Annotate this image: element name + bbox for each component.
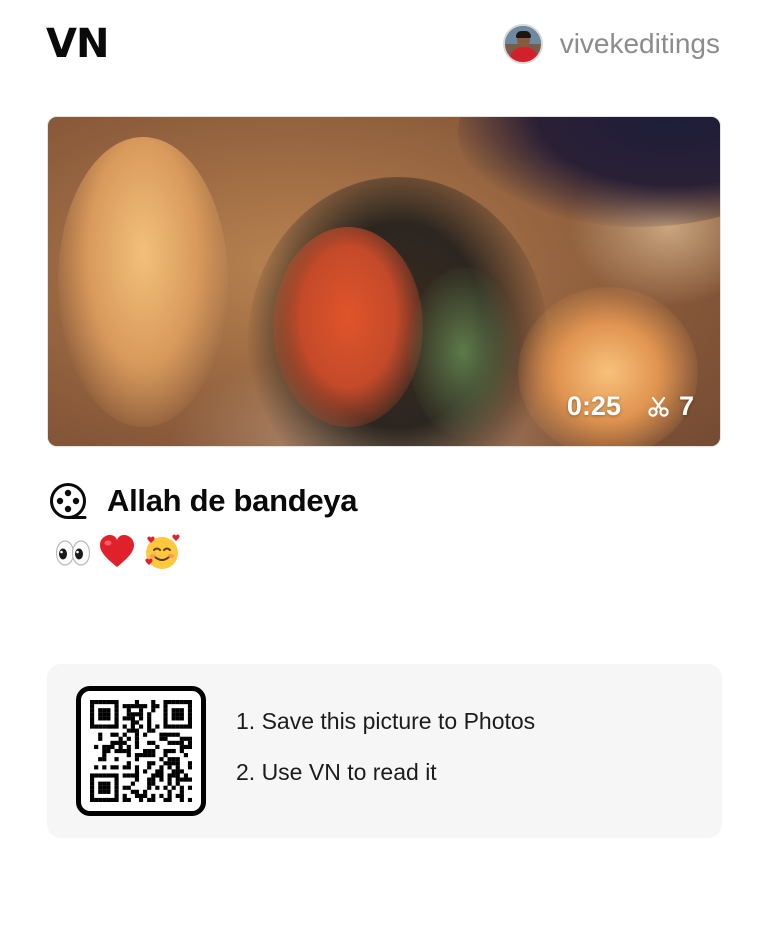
project-title-row: Allah de bandeya xyxy=(49,482,357,520)
qr-step-1: 1. Save this picture to Photos xyxy=(236,708,536,734)
smiling-face-with-hearts-emoji-icon xyxy=(145,534,180,569)
red-heart-emoji-icon xyxy=(100,535,134,567)
avatar[interactable] xyxy=(502,24,543,64)
qr-step-2: 2. Use VN to read it xyxy=(236,759,437,785)
project-description xyxy=(54,533,182,571)
username[interactable]: vivekeditings xyxy=(560,23,720,65)
app-header: VN vivekeditings xyxy=(46,20,722,68)
clip-count: 7 xyxy=(678,391,694,421)
eyes-emoji-icon xyxy=(55,540,91,566)
video-meta: 0:25 7 xyxy=(567,391,694,422)
film-reel-icon xyxy=(50,483,87,519)
qr-share-card: 1. Save this picture to Photos 2. Use VN… xyxy=(47,664,722,838)
vn-logo[interactable]: VN xyxy=(46,22,109,66)
qr-code-icon xyxy=(76,686,206,816)
scissors-icon xyxy=(648,396,669,417)
project-title: Allah de bandeya xyxy=(107,483,358,518)
video-duration: 0:25 xyxy=(566,391,621,421)
user-profile-link[interactable]: vivekeditings xyxy=(502,23,720,65)
video-thumbnail[interactable]: 0:25 7 xyxy=(47,116,721,447)
qr-instructions: 1. Save this picture to Photos 2. Use VN… xyxy=(236,708,535,785)
